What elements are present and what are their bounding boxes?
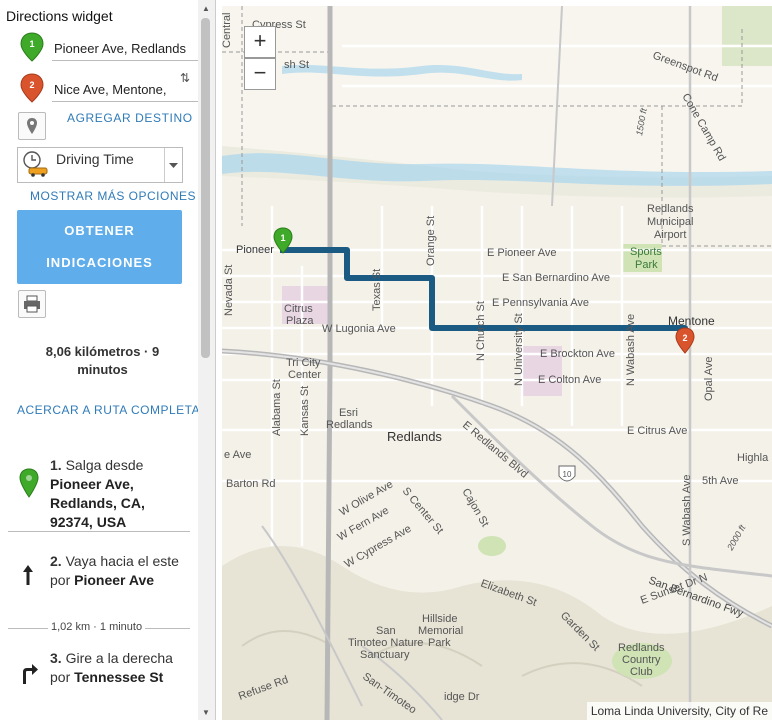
- map-canvas[interactable]: 10 Cypress St Central Greenspot Rd Cone …: [222, 6, 772, 720]
- turn-right-icon: [23, 664, 38, 684]
- map-label: Redlands: [618, 642, 665, 654]
- travel-mode-label: Driving Time: [56, 151, 134, 167]
- map-label: 5th Ave: [702, 475, 739, 487]
- add-stop-button[interactable]: [18, 112, 46, 140]
- step-2-street: Pioneer Ave: [74, 572, 155, 588]
- origin-marker-number: 1: [29, 39, 34, 49]
- clock-car-icon: [23, 151, 48, 177]
- destination-row: 2: [18, 73, 198, 103]
- map-label: Opal Ave: [703, 357, 715, 401]
- map-label: e Ave: [224, 449, 251, 461]
- zoom-in-button[interactable]: +: [244, 26, 276, 58]
- origin-pin-icon: 1: [20, 32, 44, 62]
- directions-panel: Directions widget 1 2 ⇅ AGREGAR DESTINO …: [0, 0, 216, 720]
- step-1-number: 1.: [50, 457, 62, 473]
- map-label: Memorial: [418, 625, 463, 637]
- step-2-number: 2.: [50, 553, 62, 569]
- map-attribution: Loma Linda University, City of Re: [586, 702, 772, 720]
- map-label: Center: [288, 369, 321, 381]
- get-directions-button[interactable]: OBTENER INDICACIONES: [17, 210, 182, 284]
- arrow-up-icon: [23, 565, 33, 585]
- chevron-down-icon[interactable]: [164, 148, 182, 182]
- printer-icon: [24, 295, 40, 313]
- step-1-address: Pioneer Ave, Redlands, CA, 92374, USA: [50, 476, 145, 530]
- destination-pin-icon: 2: [20, 73, 44, 103]
- map-label: Pioneer: [236, 244, 274, 256]
- destination-marker-number: 2: [682, 333, 687, 343]
- map-label: N University St: [513, 313, 525, 386]
- map-label: Esri: [339, 407, 358, 419]
- map-label: Central: [222, 13, 233, 48]
- step-divider: [8, 531, 190, 532]
- map-label: Municipal: [647, 216, 693, 228]
- scroll-down-icon[interactable]: ▼: [201, 708, 211, 718]
- start-pin-icon: [19, 468, 39, 498]
- add-destination-link[interactable]: AGREGAR DESTINO: [67, 111, 193, 125]
- origin-row: 1: [18, 32, 198, 62]
- destination-marker-number: 2: [29, 80, 34, 90]
- map-label: Alabama St: [271, 379, 283, 436]
- map-label: idge Dr: [444, 691, 480, 703]
- map-label: Airport: [654, 229, 686, 241]
- scrollbar-thumb[interactable]: [201, 18, 210, 358]
- map-label: S Wabash Ave: [681, 474, 693, 546]
- map-label: Orange St: [425, 216, 437, 266]
- map-label: Barton Rd: [226, 478, 276, 490]
- map-label: Sanctuary: [360, 649, 410, 661]
- step-3[interactable]: 3. Gire a la derecha por Tennessee St: [50, 649, 190, 687]
- map-label: Nevada St: [223, 265, 235, 316]
- panel-title: Directions widget: [6, 8, 113, 24]
- map-view[interactable]: 10 Cypress St Central Greenspot Rd Cone …: [222, 6, 772, 720]
- route-summary: 8,06 kilómetros · 9 minutos: [45, 344, 160, 377]
- more-options-link[interactable]: MOSTRAR MÁS OPCIONES: [30, 189, 196, 203]
- map-label: Club: [630, 666, 653, 678]
- map-pin-icon: [27, 118, 37, 134]
- map-label: Highla: [737, 452, 769, 464]
- zoom-to-route-link[interactable]: ACERCAR A RUTA COMPLETA: [17, 403, 200, 417]
- step-3-number: 3.: [50, 650, 62, 666]
- print-button[interactable]: [18, 290, 46, 318]
- map-label: E San Bernardino Ave: [502, 272, 610, 284]
- map-label: Redlands: [326, 419, 373, 431]
- origin-input[interactable]: [52, 36, 198, 61]
- map-label: Kansas St: [299, 386, 311, 436]
- map-label: Country: [622, 654, 661, 666]
- map-label: Timoteo Nature: [348, 637, 423, 649]
- segment-distance: 1,02 km · 1 minuto: [48, 621, 146, 633]
- map-label: 10: [563, 470, 572, 479]
- zoom-out-button[interactable]: −: [244, 58, 276, 90]
- destination-input[interactable]: [52, 77, 198, 102]
- map-label: Park: [428, 637, 451, 649]
- step-2[interactable]: 2. Vaya hacia el este por Pioneer Ave: [50, 552, 190, 590]
- map-label: W Lugonia Ave: [322, 323, 396, 335]
- step-1[interactable]: 1. Salga desde Pioneer Ave, Redlands, CA…: [50, 456, 190, 532]
- travel-mode-select[interactable]: Driving Time: [17, 147, 183, 183]
- map-label: San: [376, 625, 396, 637]
- map-label: E Citrus Ave: [627, 425, 687, 437]
- step-1-text: Salga desde: [65, 457, 144, 473]
- map-label: E Pennsylvania Ave: [492, 297, 589, 309]
- map-label: Citrus: [284, 303, 313, 315]
- map-label: Tri City: [286, 357, 321, 369]
- map-label: Park: [635, 259, 658, 271]
- map-label: sh St: [284, 59, 309, 71]
- map-label: E Colton Ave: [538, 374, 601, 386]
- map-label: N Church St: [475, 301, 487, 361]
- map-label: Redlands: [647, 203, 694, 215]
- scroll-up-icon[interactable]: ▲: [201, 4, 211, 14]
- swap-stops-icon[interactable]: ⇅: [178, 71, 192, 85]
- map-label: N Wabash Ave: [625, 314, 637, 386]
- map-label: Plaza: [286, 315, 314, 327]
- map-label: Sports: [630, 246, 662, 258]
- origin-marker-number: 1: [280, 233, 285, 243]
- map-label: Texas St: [371, 269, 383, 311]
- map-label: Hillside: [422, 613, 457, 625]
- map-label: E Pioneer Ave: [487, 247, 557, 259]
- step-3-street: Tennessee St: [74, 669, 164, 685]
- map-label: Mentone: [668, 314, 715, 328]
- map-label: Redlands: [387, 429, 442, 444]
- map-label: E Brockton Ave: [540, 348, 615, 360]
